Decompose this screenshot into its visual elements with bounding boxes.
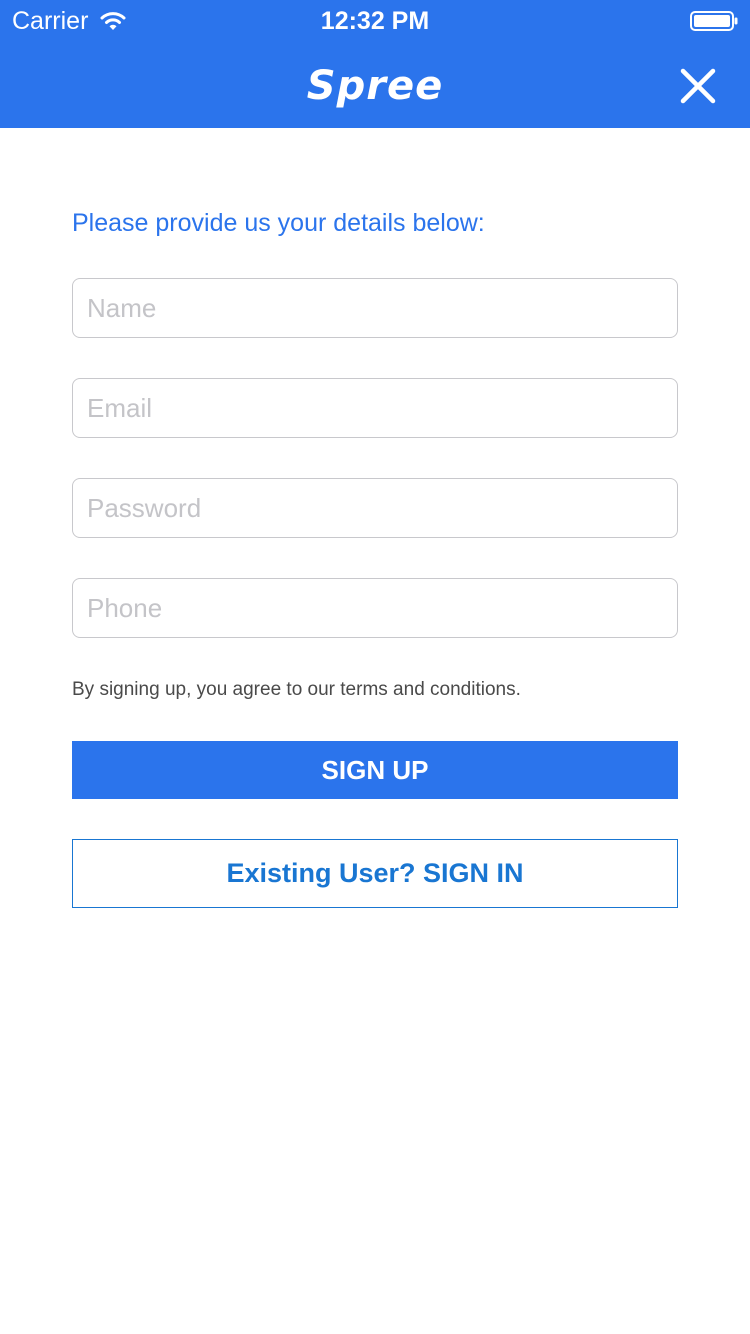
- form-intro: Please provide us your details below:: [72, 209, 485, 237]
- phone-field[interactable]: [72, 578, 678, 638]
- status-bar: Carrier 12:32 PM: [0, 0, 750, 40]
- signup-button[interactable]: SIGN UP: [72, 741, 678, 799]
- close-button[interactable]: [672, 60, 724, 112]
- email-field[interactable]: [72, 378, 678, 438]
- close-icon: [680, 68, 716, 104]
- battery-icon: [690, 11, 738, 31]
- terms-notice: By signing up, you agree to our terms an…: [72, 679, 521, 700]
- name-field[interactable]: [72, 278, 678, 338]
- status-time: 12:32 PM: [320, 7, 430, 35]
- password-field[interactable]: [72, 478, 678, 538]
- app-title: Spree: [306, 63, 444, 109]
- header: Carrier 12:32 PM Spree: [0, 0, 750, 128]
- signin-button[interactable]: Existing User? SIGN IN: [72, 839, 678, 908]
- signup-screen: Carrier 12:32 PM Spree Please provide us…: [0, 0, 750, 1334]
